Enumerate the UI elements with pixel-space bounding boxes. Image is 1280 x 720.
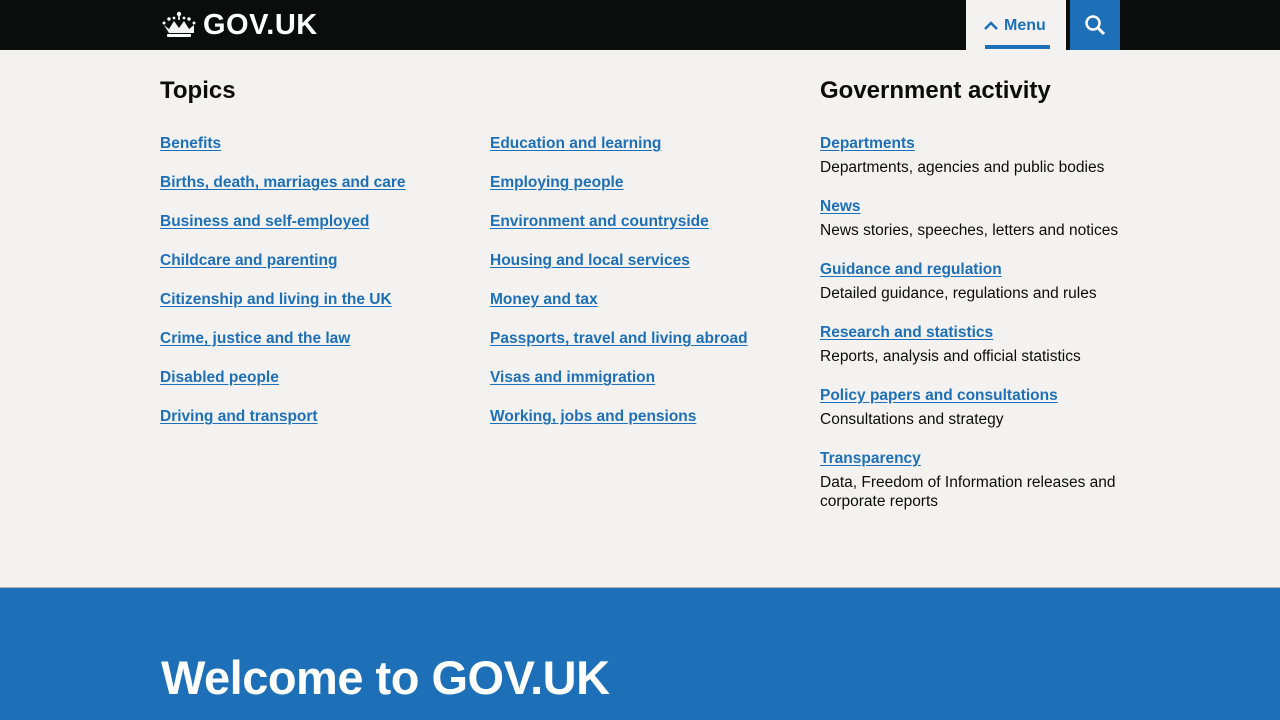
topic-link[interactable]: Housing and local services bbox=[490, 252, 690, 269]
topic-link[interactable]: Births, death, marriages and care bbox=[160, 174, 406, 191]
list-item: Crime, justice and the law bbox=[160, 329, 406, 368]
list-item: Passports, travel and living abroad bbox=[490, 329, 748, 368]
search-button[interactable] bbox=[1070, 0, 1120, 50]
list-item: Childcare and parenting bbox=[160, 251, 406, 290]
list-item: Benefits bbox=[160, 134, 406, 173]
government-activity-description: Detailed guidance, regulations and rules bbox=[820, 285, 1097, 302]
chevron-up-icon bbox=[984, 21, 998, 31]
list-item: Research and statistics Reports, analysi… bbox=[820, 323, 1120, 386]
list-item: Money and tax bbox=[490, 290, 748, 329]
page-title: Welcome to GOV.UK bbox=[161, 651, 610, 704]
topic-link[interactable]: Money and tax bbox=[490, 291, 598, 308]
list-item: Disabled people bbox=[160, 368, 406, 407]
government-activity-description: Departments, agencies and public bodies bbox=[820, 159, 1105, 176]
list-item: Departments Departments, agencies and pu… bbox=[820, 134, 1120, 197]
menu-active-indicator bbox=[985, 45, 1050, 49]
list-item: Births, death, marriages and care bbox=[160, 173, 406, 212]
list-item: Business and self-employed bbox=[160, 212, 406, 251]
topic-link[interactable]: Benefits bbox=[160, 135, 221, 152]
list-item: Guidance and regulation Detailed guidanc… bbox=[820, 260, 1120, 323]
list-item: Policy papers and consultations Consulta… bbox=[820, 386, 1120, 449]
government-activity-list: Departments Departments, agencies and pu… bbox=[820, 134, 1120, 512]
topic-link[interactable]: Visas and immigration bbox=[490, 369, 655, 386]
government-activity-link[interactable]: Departments bbox=[820, 134, 1120, 154]
government-activity-link[interactable]: Transparency bbox=[820, 449, 1120, 469]
government-activity-link[interactable]: Guidance and regulation bbox=[820, 260, 1120, 280]
government-activity-link[interactable]: News bbox=[820, 197, 1120, 217]
topic-link[interactable]: Disabled people bbox=[160, 369, 279, 386]
government-activity-description: Consultations and strategy bbox=[820, 411, 1004, 428]
menu-label: Menu bbox=[1004, 17, 1046, 34]
government-activity-heading: Government activity bbox=[820, 77, 1051, 104]
topic-link[interactable]: Environment and countryside bbox=[490, 213, 709, 230]
govuk-logo-link[interactable]: GOV.UK bbox=[161, 9, 318, 41]
list-item: Environment and countryside bbox=[490, 212, 748, 251]
list-item: Citizenship and living in the UK bbox=[160, 290, 406, 329]
menu-button[interactable]: Menu bbox=[966, 0, 1066, 50]
topic-link[interactable]: Driving and transport bbox=[160, 408, 318, 425]
topic-link[interactable]: Childcare and parenting bbox=[160, 252, 337, 269]
topics-column-1: Benefits Births, death, marriages and ca… bbox=[160, 134, 406, 446]
list-item: News News stories, speeches, letters and… bbox=[820, 197, 1120, 260]
list-item: Housing and local services bbox=[490, 251, 748, 290]
topic-link[interactable]: Employing people bbox=[490, 174, 623, 191]
topic-link[interactable]: Working, jobs and pensions bbox=[490, 408, 696, 425]
government-activity-description: News stories, speeches, letters and noti… bbox=[820, 222, 1119, 239]
government-activity-link[interactable]: Research and statistics bbox=[820, 323, 1120, 343]
list-item: Working, jobs and pensions bbox=[490, 407, 748, 446]
topic-link[interactable]: Citizenship and living in the UK bbox=[160, 291, 392, 308]
topics-heading: Topics bbox=[160, 77, 236, 104]
topic-link[interactable]: Crime, justice and the law bbox=[160, 330, 350, 347]
crown-icon bbox=[161, 11, 197, 39]
list-item: Education and learning bbox=[490, 134, 748, 173]
government-activity-link[interactable]: Policy papers and consultations bbox=[820, 386, 1120, 406]
topics-column-2: Education and learning Employing people … bbox=[490, 134, 748, 446]
list-item: Visas and immigration bbox=[490, 368, 748, 407]
topic-link[interactable]: Passports, travel and living abroad bbox=[490, 330, 748, 347]
topic-link[interactable]: Business and self-employed bbox=[160, 213, 369, 230]
list-item: Driving and transport bbox=[160, 407, 406, 446]
logo-text: GOV.UK bbox=[203, 9, 318, 41]
hero-banner: Welcome to GOV.UK bbox=[0, 587, 1280, 720]
government-activity-description: Reports, analysis and official statistic… bbox=[820, 348, 1081, 365]
list-item: Employing people bbox=[490, 173, 748, 212]
site-header: GOV.UK Menu bbox=[0, 0, 1280, 50]
list-item: Transparency Data, Freedom of Informatio… bbox=[820, 449, 1120, 512]
topic-link[interactable]: Education and learning bbox=[490, 135, 661, 152]
government-activity-description: Data, Freedom of Information releases an… bbox=[820, 474, 1116, 510]
